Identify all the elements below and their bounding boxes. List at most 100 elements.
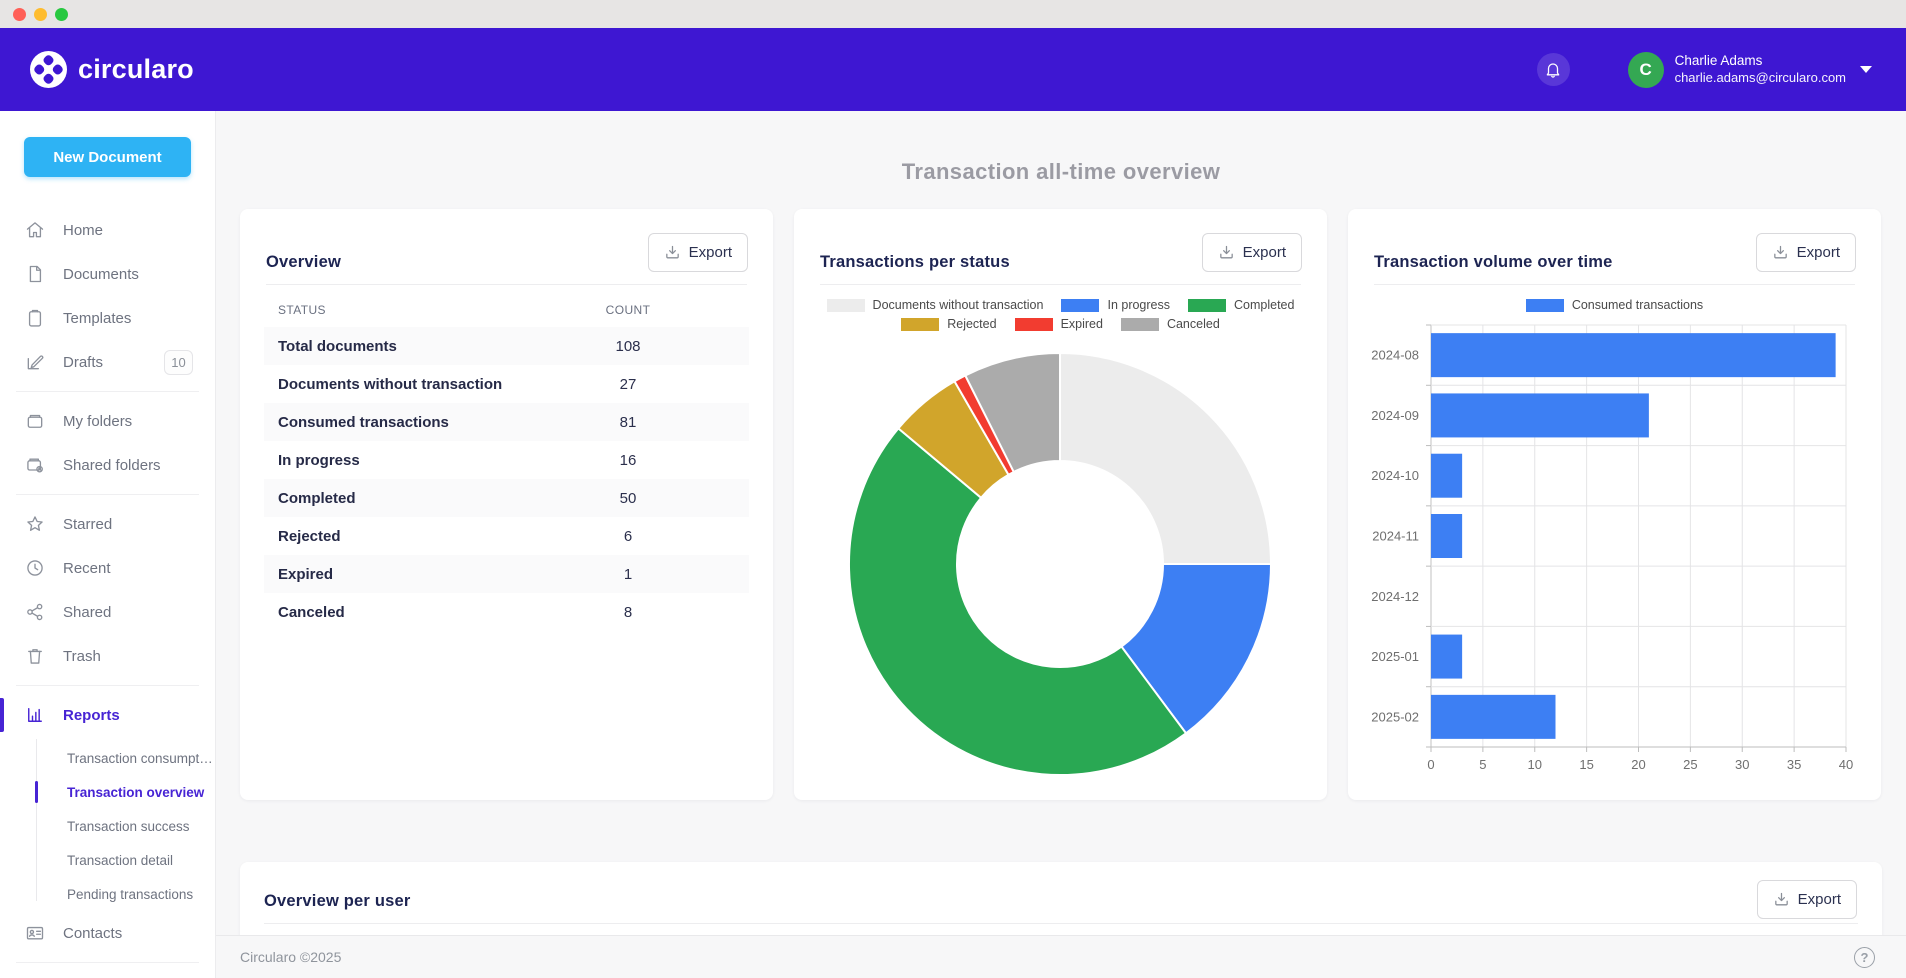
card-title: Transactions per status [820, 253, 1010, 272]
legend-item[interactable]: In progress [1061, 298, 1170, 312]
count-cell: 81 [563, 414, 693, 431]
sidebar-item-starred[interactable]: Starred [0, 502, 215, 546]
pencil-icon [25, 352, 45, 372]
page-title: Transaction all-time overview [216, 157, 1906, 187]
sidebar-item-transaction-success[interactable]: Transaction success [0, 809, 215, 843]
sidebar-item-shared-folders[interactable]: Shared folders [0, 443, 215, 487]
reports-submenu: Transaction consumpt… Transaction overvi… [0, 737, 215, 911]
volume-bar-chart: 05101520253035402024-082024-092024-10202… [1348, 319, 1881, 779]
bar[interactable] [1431, 454, 1462, 498]
bar[interactable] [1431, 514, 1462, 558]
sidebar-item-contacts[interactable]: Contacts [0, 911, 215, 955]
legend-item[interactable]: Documents without transaction [827, 298, 1044, 312]
axis-label: 2024-09 [1371, 408, 1419, 423]
legend-item[interactable]: Canceled [1121, 317, 1220, 331]
sidebar-item-drafts[interactable]: Drafts 10 [0, 340, 215, 384]
column-header-status: STATUS [264, 303, 563, 317]
window-minimize-button[interactable] [34, 8, 47, 21]
footer: Circularo ©2025 ? [216, 935, 1906, 978]
brand-logo[interactable]: circularo [30, 51, 194, 88]
axis-label: 2025-01 [1371, 649, 1419, 664]
sidebar-item-transaction-consumption[interactable]: Transaction consumpt… [0, 741, 215, 775]
status-cell: Completed [264, 490, 563, 507]
transaction-volume-card: Transaction volume over time Export Cons… [1348, 209, 1881, 800]
sidebar-item-trash[interactable]: Trash [0, 634, 215, 678]
axis-label: 2024-11 [1372, 529, 1419, 544]
table-header-row: STATUS COUNT [264, 293, 749, 327]
status-cell: In progress [264, 452, 563, 469]
window-close-button[interactable] [13, 8, 26, 21]
export-button[interactable]: Export [1202, 233, 1302, 272]
axis-label: 35 [1787, 757, 1801, 772]
sidebar-item-transaction-detail[interactable]: Transaction detail [0, 843, 215, 877]
table-row: Completed50 [264, 479, 749, 517]
status-cell: Expired [264, 566, 563, 583]
legend-item[interactable]: Completed [1188, 298, 1294, 312]
sidebar-item-shared[interactable]: Shared [0, 590, 215, 634]
axis-label: 15 [1579, 757, 1593, 772]
divider [16, 494, 199, 495]
home-icon [25, 220, 45, 240]
sidebar-item-templates[interactable]: Templates [0, 296, 215, 340]
star-icon [25, 514, 45, 534]
axis-label: 10 [1528, 757, 1542, 772]
bar[interactable] [1431, 393, 1649, 437]
sidebar-item-reports[interactable]: Reports [0, 693, 215, 737]
download-icon [1773, 891, 1790, 908]
card-title: Transaction volume over time [1374, 253, 1613, 272]
template-icon [25, 308, 45, 328]
user-name: Charlie Adams [1675, 53, 1846, 70]
bar[interactable] [1431, 635, 1462, 679]
table-row: Canceled8 [264, 593, 749, 631]
donut-slice[interactable] [1060, 353, 1271, 564]
clock-icon [25, 558, 45, 578]
sidebar-item-recent[interactable]: Recent [0, 546, 215, 590]
count-cell: 8 [563, 604, 693, 621]
sidebar-item-transaction-overview[interactable]: Transaction overview [0, 775, 215, 809]
legend-item[interactable]: Expired [1015, 317, 1103, 331]
window-maximize-button[interactable] [55, 8, 68, 21]
legend-swatch-icon [827, 299, 865, 312]
bar[interactable] [1431, 695, 1556, 739]
circularo-logo-icon [30, 51, 67, 88]
count-cell: 108 [563, 338, 693, 355]
document-icon [25, 264, 45, 284]
axis-label: 0 [1427, 757, 1434, 772]
sidebar-item-home[interactable]: Home [0, 208, 215, 252]
status-donut-chart [845, 349, 1275, 779]
bell-icon [1544, 61, 1562, 79]
user-menu[interactable]: C Charlie Adams charlie.adams@circularo.… [1628, 52, 1872, 88]
axis-label: 2025-02 [1371, 709, 1419, 724]
status-cell: Rejected [264, 528, 563, 545]
shared-folder-icon [25, 455, 45, 475]
export-button[interactable]: Export [1756, 233, 1856, 272]
main-content: Transaction all-time overview Overview E… [216, 111, 1906, 978]
legend-item[interactable]: Consumed transactions [1526, 298, 1703, 312]
count-cell: 16 [563, 452, 693, 469]
legend-swatch-icon [1526, 299, 1564, 312]
axis-label: 20 [1631, 757, 1645, 772]
chevron-down-icon [1860, 66, 1872, 73]
legend-item[interactable]: Rejected [901, 317, 996, 331]
folder-icon [25, 411, 45, 431]
divider [16, 391, 199, 392]
export-button[interactable]: Export [1757, 880, 1857, 919]
overview-table: STATUS COUNT Total documents108Documents… [264, 293, 749, 631]
sidebar-item-pending-transactions[interactable]: Pending transactions [0, 877, 215, 911]
status-cell: Canceled [264, 604, 563, 621]
notifications-button[interactable] [1537, 53, 1570, 86]
new-document-button[interactable]: New Document [24, 137, 191, 177]
bar[interactable] [1431, 333, 1836, 377]
bar-legend: Consumed transactions [1348, 298, 1881, 312]
sidebar-item-documents[interactable]: Documents [0, 252, 215, 296]
card-title: Overview [266, 253, 341, 272]
help-button[interactable]: ? [1854, 947, 1875, 968]
legend-swatch-icon [1061, 299, 1099, 312]
legend-swatch-icon [1015, 318, 1053, 331]
table-row: Expired1 [264, 555, 749, 593]
sidebar-item-my-folders[interactable]: My folders [0, 399, 215, 443]
axis-label: 40 [1839, 757, 1853, 772]
export-button[interactable]: Export [648, 233, 748, 272]
legend-swatch-icon [1121, 318, 1159, 331]
legend-swatch-icon [901, 318, 939, 331]
